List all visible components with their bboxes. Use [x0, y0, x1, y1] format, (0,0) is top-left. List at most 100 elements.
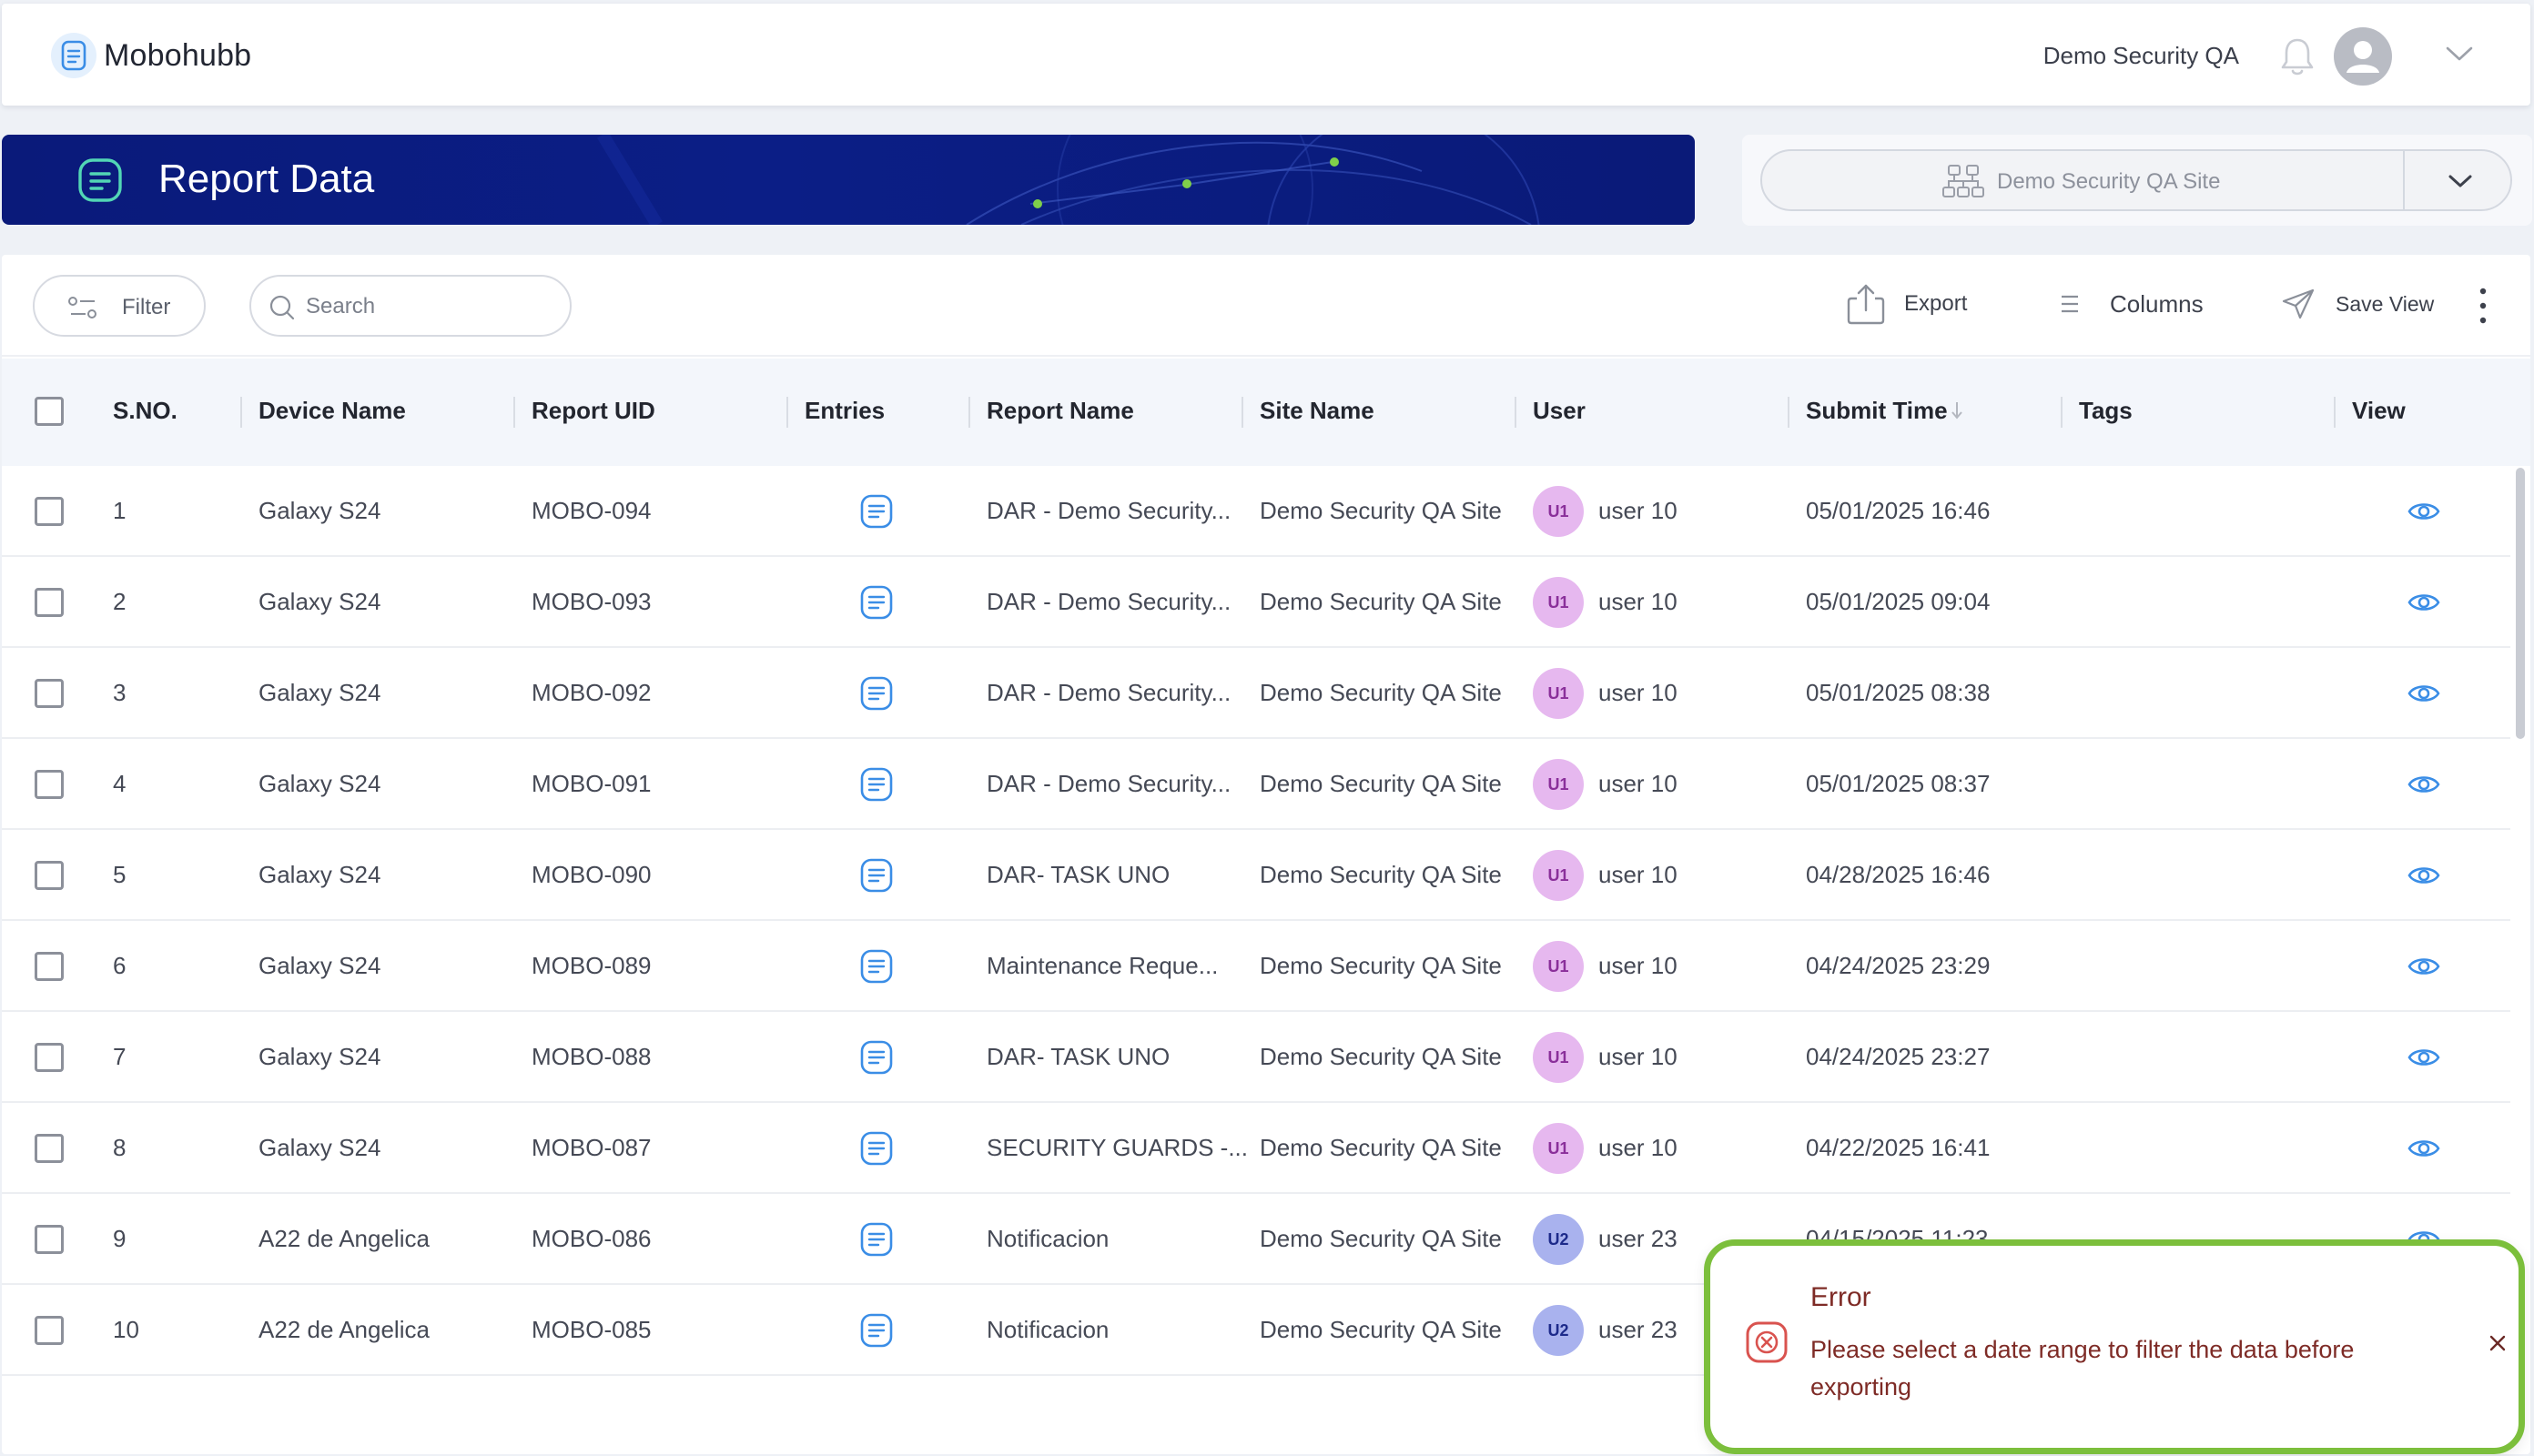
site-select[interactable]: Demo Security QA Site	[1760, 149, 2512, 211]
organization-name[interactable]: Demo Security QA	[2043, 42, 2239, 70]
close-icon[interactable]	[2488, 1333, 2508, 1353]
row-checkbox[interactable]	[35, 861, 64, 890]
table-row[interactable]: 4 Galaxy S24 MOBO-091 DAR - Demo Security..…	[2, 739, 2510, 830]
entries-icon[interactable]	[859, 584, 894, 621]
column-header-submit-time[interactable]: Submit Time	[1806, 397, 1948, 425]
view-eye-icon[interactable]	[2407, 499, 2441, 524]
view-eye-icon[interactable]	[2407, 1045, 2441, 1070]
entries-icon[interactable]	[859, 857, 894, 894]
row-checkbox[interactable]	[35, 1225, 64, 1254]
column-separator[interactable]	[968, 397, 970, 428]
save-view-button[interactable]: Save View	[2281, 280, 2434, 328]
cell-site-name: Demo Security QA Site	[1260, 770, 1502, 797]
brand-name[interactable]: Mobohubb	[104, 38, 251, 74]
entries-icon[interactable]	[859, 1312, 894, 1349]
column-separator[interactable]	[1515, 397, 1516, 428]
cell-report-name: Notificacion	[987, 1225, 1110, 1252]
entries-icon[interactable]	[859, 1130, 894, 1167]
row-checkbox[interactable]	[35, 770, 64, 799]
column-header-device-name[interactable]: Device Name	[258, 397, 406, 425]
table-row[interactable]: 8 Galaxy S24 MOBO-087 SECURITY GUARDS -... D…	[2, 1103, 2510, 1194]
entries-icon[interactable]	[859, 675, 894, 712]
chevron-down-icon[interactable]	[2445, 44, 2474, 64]
avatar-icon[interactable]	[2334, 27, 2392, 86]
row-checkbox[interactable]	[35, 1043, 64, 1072]
more-options-icon[interactable]	[2476, 286, 2490, 326]
export-button[interactable]: Export	[1846, 280, 1967, 328]
column-separator[interactable]	[786, 397, 788, 428]
cell-report-uid: MOBO-093	[532, 588, 652, 615]
select-all-checkbox[interactable]	[35, 397, 64, 426]
entries-icon[interactable]	[859, 766, 894, 803]
view-eye-icon[interactable]	[2407, 954, 2441, 979]
cell-submit-time: 05/01/2025 08:37	[1806, 770, 1991, 797]
bell-icon[interactable]	[2279, 36, 2316, 78]
column-separator[interactable]	[1788, 397, 1789, 428]
chevron-down-icon[interactable]	[2447, 171, 2474, 191]
column-separator[interactable]	[2334, 397, 2336, 428]
cell-report-uid: MOBO-087	[532, 1134, 652, 1161]
columns-button[interactable]: Columns	[2059, 280, 2204, 328]
cell-report-name: SECURITY GUARDS -...	[987, 1134, 1249, 1161]
cell-sno: 9	[113, 1225, 127, 1252]
column-header-tags[interactable]: Tags	[2079, 397, 2133, 425]
cell-report-name: DAR - Demo Security...	[987, 588, 1232, 615]
cell-report-uid: MOBO-090	[532, 861, 652, 888]
entries-icon[interactable]	[859, 1221, 894, 1258]
search-input[interactable]	[306, 289, 552, 324]
column-header-user[interactable]: User	[1533, 397, 1586, 425]
view-eye-icon[interactable]	[2407, 681, 2441, 706]
column-separator[interactable]	[240, 397, 242, 428]
table-row[interactable]: 7 Galaxy S24 MOBO-088 DAR- TASK UNO Demo Sec…	[2, 1012, 2510, 1103]
cell-sno: 7	[113, 1043, 127, 1070]
table-row[interactable]: 3 Galaxy S24 MOBO-092 DAR - Demo Security..…	[2, 648, 2510, 739]
row-checkbox[interactable]	[35, 497, 64, 526]
column-header-entries[interactable]: Entries	[805, 397, 885, 425]
sort-down-icon[interactable]	[1950, 400, 1964, 420]
cell-report-uid: MOBO-088	[532, 1043, 652, 1070]
search-box[interactable]	[249, 275, 572, 337]
table-row[interactable]: 2 Galaxy S24 MOBO-093 DAR - Demo Security..…	[2, 557, 2510, 648]
row-checkbox[interactable]	[35, 952, 64, 981]
row-checkbox[interactable]	[35, 1316, 64, 1345]
cell-sno: 1	[113, 497, 127, 524]
column-separator[interactable]	[1242, 397, 1243, 428]
cell-user: user 10	[1598, 952, 1678, 979]
view-eye-icon[interactable]	[2407, 772, 2441, 797]
table-row[interactable]: 6 Galaxy S24 MOBO-089 Maintenance Reque... D…	[2, 921, 2510, 1012]
row-checkbox[interactable]	[35, 679, 64, 708]
view-eye-icon[interactable]	[2407, 590, 2441, 615]
column-header-site-name[interactable]: Site Name	[1260, 397, 1374, 425]
cell-device-name: A22 de Angelica	[258, 1225, 430, 1252]
cell-submit-time: 04/24/2025 23:27	[1806, 1043, 1991, 1070]
cell-site-name: Demo Security QA Site	[1260, 1225, 1502, 1252]
cell-device-name: Galaxy S24	[258, 952, 381, 979]
column-separator[interactable]	[513, 397, 515, 428]
column-header-report-uid[interactable]: Report UID	[532, 397, 655, 425]
row-checkbox[interactable]	[35, 588, 64, 617]
user-avatar-badge: U2	[1533, 1214, 1584, 1265]
table-row[interactable]: 1 Galaxy S24 MOBO-094 DAR - Demo Security..…	[2, 466, 2510, 557]
column-header-view[interactable]: View	[2352, 397, 2406, 425]
cell-sno: 4	[113, 770, 127, 797]
entries-icon[interactable]	[859, 1039, 894, 1076]
filter-button[interactable]: Filter	[33, 275, 206, 337]
row-checkbox[interactable]	[35, 1134, 64, 1163]
cell-device-name: Galaxy S24	[258, 679, 381, 706]
column-header-sno[interactable]: S.NO.	[113, 397, 177, 425]
cell-user: user 23	[1598, 1225, 1678, 1252]
cell-site-name: Demo Security QA Site	[1260, 1316, 1502, 1343]
filter-icon	[68, 297, 96, 318]
column-separator[interactable]	[2061, 397, 2063, 428]
user-avatar-badge: U1	[1533, 1032, 1584, 1083]
table-row[interactable]: 5 Galaxy S24 MOBO-090 DAR- TASK UNO Demo Sec…	[2, 830, 2510, 921]
entries-icon[interactable]	[859, 493, 894, 530]
view-eye-icon[interactable]	[2407, 1136, 2441, 1161]
entries-icon[interactable]	[859, 948, 894, 985]
table-header: S.NO. Device Name Report UID Entries Rep…	[2, 359, 2530, 466]
column-header-report-name[interactable]: Report Name	[987, 397, 1134, 425]
report-icon	[78, 158, 122, 202]
view-eye-icon[interactable]	[2407, 863, 2441, 888]
vertical-scrollbar[interactable]	[2516, 468, 2525, 739]
cell-user: user 23	[1598, 1316, 1678, 1343]
